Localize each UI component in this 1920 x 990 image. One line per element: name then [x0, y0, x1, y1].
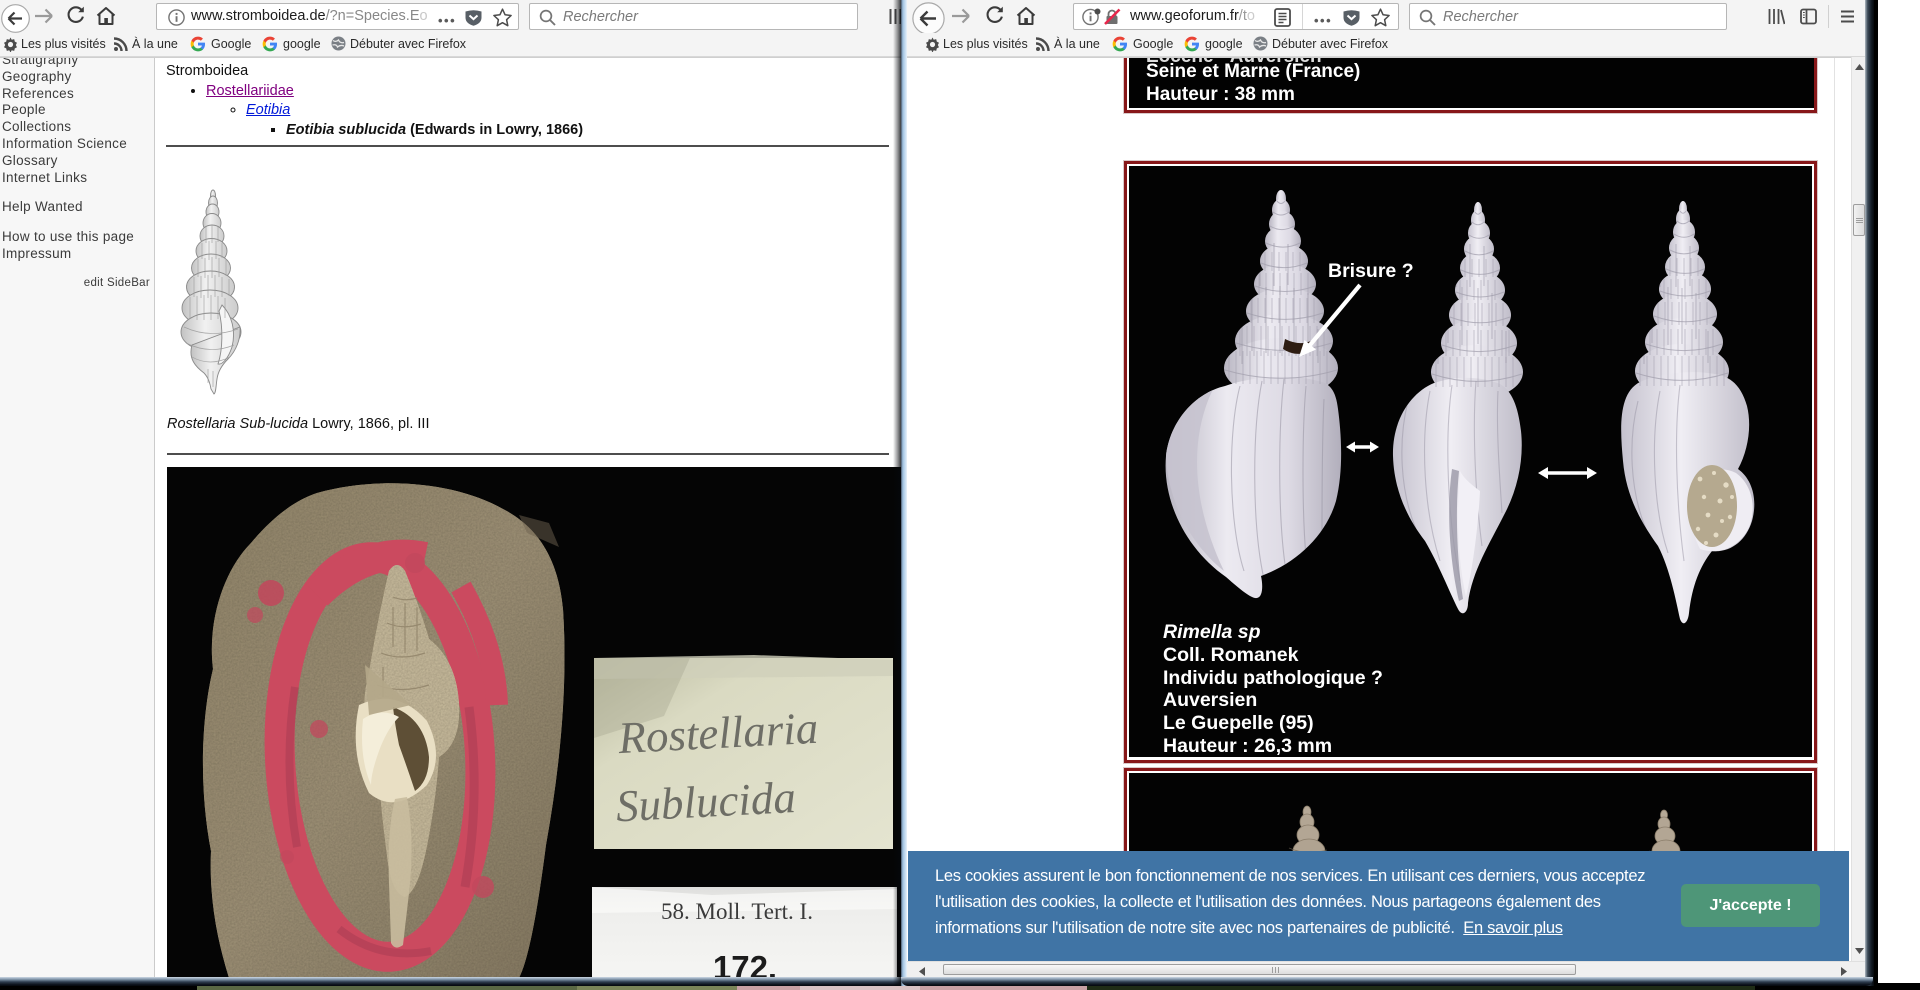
- svg-text:Le Guepelle (95): Le Guepelle (95): [1163, 712, 1314, 734]
- svg-text:Coll. Romanek: Coll. Romanek: [1163, 644, 1299, 666]
- svg-text:Sublucida: Sublucida: [615, 772, 797, 831]
- svg-text:172.: 172.: [713, 949, 777, 977]
- svg-text:Auversien: Auversien: [1163, 689, 1257, 711]
- svg-text:58. Moll. Tert. I.: 58. Moll. Tert. I.: [661, 899, 813, 924]
- svg-text:Rimella sp: Rimella sp: [1163, 621, 1261, 643]
- svg-text:Rostellaria: Rostellaria: [616, 703, 819, 763]
- svg-text:Hauteur : 26,3 mm: Hauteur : 26,3 mm: [1163, 735, 1332, 757]
- svg-text:Individu pathologique ?: Individu pathologique ?: [1163, 667, 1383, 689]
- svg-text:Brisure ?: Brisure ?: [1328, 260, 1414, 282]
